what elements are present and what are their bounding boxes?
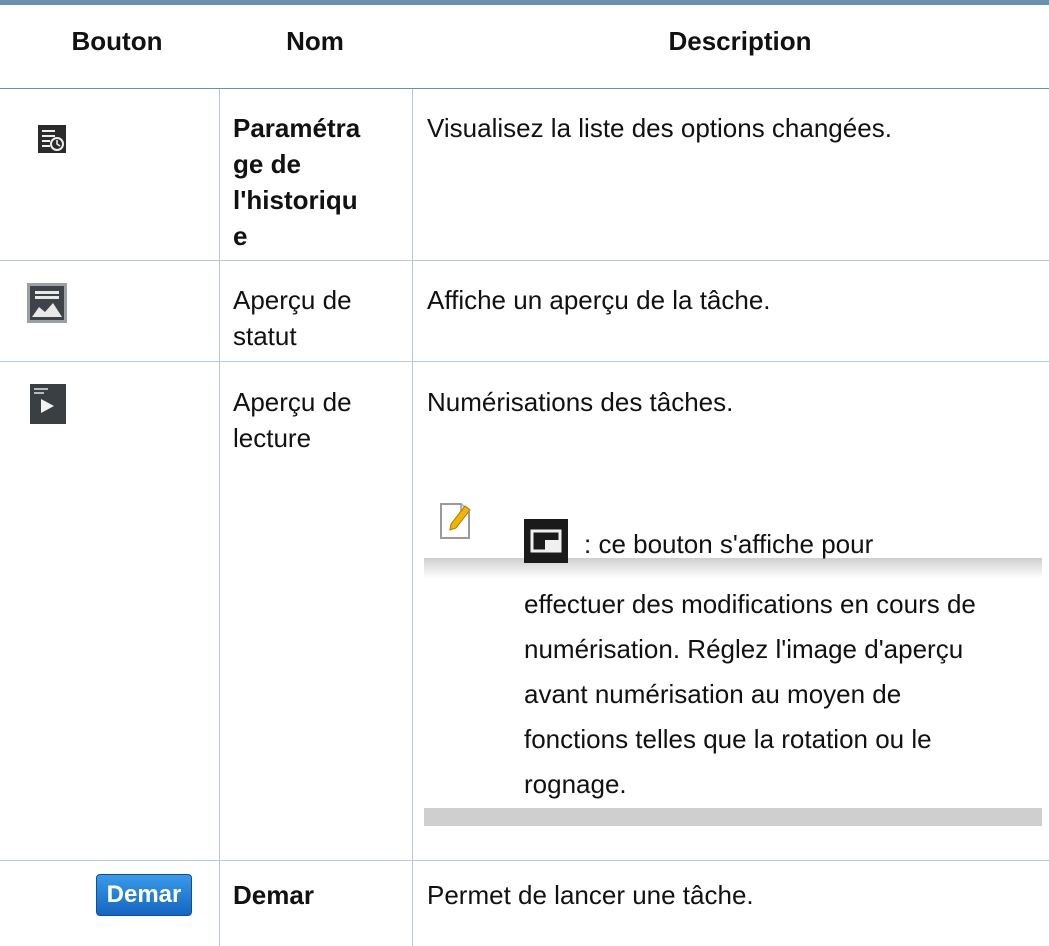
- header-name: Nom: [286, 26, 344, 56]
- column-divider: [412, 89, 413, 946]
- start-button[interactable]: Demar: [96, 874, 192, 916]
- status-preview-description: Affiche un aperçu de la tâche.: [427, 285, 771, 315]
- column-divider: [219, 89, 220, 946]
- note-icon: [440, 503, 471, 539]
- status-preview-icon: [27, 283, 67, 323]
- note-bottom-band: [424, 808, 1042, 826]
- history-settings-name: Paramétra ge de l'historiqu e: [233, 113, 361, 251]
- row-rule: [0, 260, 1049, 261]
- header-button: Bouton: [71, 26, 163, 56]
- start-name: Demar: [233, 880, 314, 910]
- start-description: Permet de lancer une tâche.: [427, 880, 754, 910]
- play-preview-description: Numérisations des tâches.: [427, 387, 734, 417]
- history-settings-icon: [38, 125, 66, 153]
- row-rule: [0, 361, 1049, 362]
- row-rule: [0, 860, 1049, 861]
- note-body: effectuer des modifications en cours de …: [524, 589, 976, 799]
- play-preview-name: Aperçu de lecture: [233, 387, 352, 453]
- header-description: Description: [668, 26, 812, 56]
- note-line: : ce bouton s'affiche pour: [584, 529, 874, 559]
- play-preview-icon: [30, 384, 66, 424]
- status-preview-name: Aperçu de statut: [233, 285, 352, 351]
- top-rule: [0, 0, 1049, 5]
- history-settings-description: Visualisez la liste des options changées…: [427, 113, 892, 143]
- header-rule: [0, 88, 1049, 89]
- edit-preview-icon: [524, 519, 568, 563]
